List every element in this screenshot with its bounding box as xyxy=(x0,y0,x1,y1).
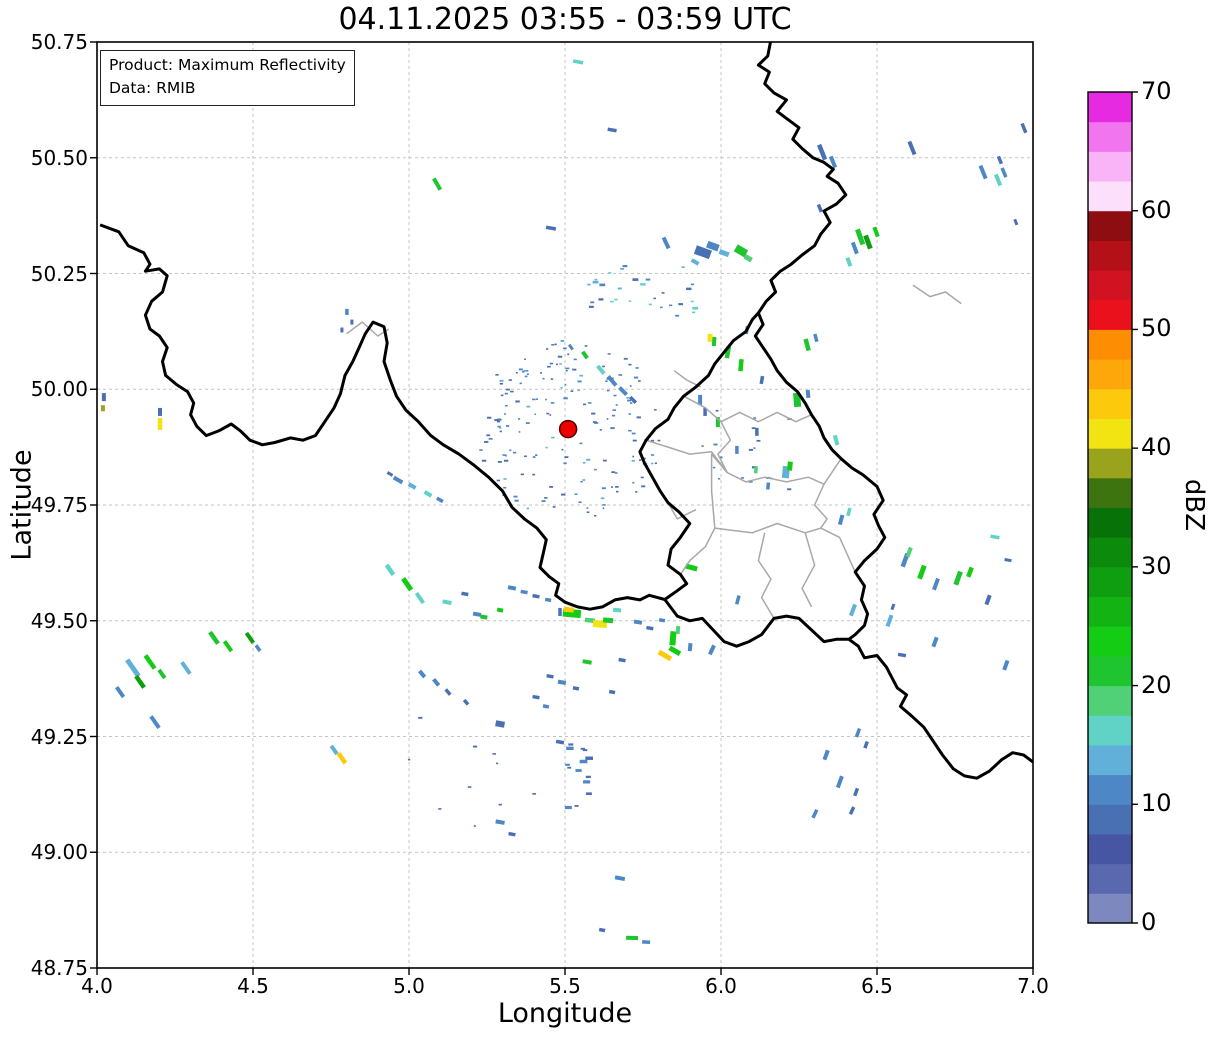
y-tick-label: 50.75 xyxy=(30,30,88,54)
y-tick-label: 49.50 xyxy=(30,608,88,633)
axis-ticks xyxy=(90,41,1034,975)
colorbar-tick-label: 30 xyxy=(1141,551,1172,580)
colorbar-tick-label: 60 xyxy=(1141,195,1172,224)
colorbar-tick-label: 40 xyxy=(1141,433,1172,462)
x-axis-label: Longitude xyxy=(497,998,633,1029)
colorbar-tick-label: 0 xyxy=(1141,908,1157,936)
colorbar-tick-label: 70 xyxy=(1141,77,1172,105)
product-annotation-box: Product: Maximum Reflectivity Data: RMIB xyxy=(100,50,355,106)
country-borders xyxy=(99,42,1033,780)
gridlines xyxy=(97,42,1033,968)
y-tick-label: 49.75 xyxy=(30,493,88,517)
y-tick-label: 49.00 xyxy=(30,840,88,865)
radar-map-canvas xyxy=(90,41,1138,975)
colorbar xyxy=(1087,91,1138,924)
product-annotation-line1: Product: Maximum Reflectivity xyxy=(109,56,346,74)
y-tick-label: 50.25 xyxy=(30,261,88,286)
x-tick-label: 6.5 xyxy=(861,974,893,998)
radar-figure: { "title": "04.11.2025 03:55 - 03:59 UTC… xyxy=(0,0,1219,1040)
plot-title: 04.11.2025 03:55 - 03:59 UTC xyxy=(338,2,792,37)
colorbar-tick-label: 10 xyxy=(1141,789,1172,818)
y-tick-label: 49.25 xyxy=(30,724,88,749)
x-tick-label: 4.5 xyxy=(237,974,269,998)
x-tick-label: 5.0 xyxy=(393,974,425,998)
radar-site-marker xyxy=(558,419,578,439)
product-annotation-line2: Data: RMIB xyxy=(109,79,196,98)
radar-echo-streaks xyxy=(100,59,1028,944)
y-tick-label: 50.50 xyxy=(30,145,88,170)
colorbar-tick-label: 20 xyxy=(1141,670,1172,699)
colorbar-tick-label: 50 xyxy=(1141,314,1172,343)
radar-echo-clusters xyxy=(407,265,792,827)
x-tick-label: 7.0 xyxy=(1017,974,1049,998)
region-borders xyxy=(346,284,962,619)
y-tick-label: 48.75 xyxy=(30,956,88,980)
colorbar-label: dBZ xyxy=(1179,478,1209,532)
x-tick-label: 6.0 xyxy=(705,974,737,998)
y-tick-label: 50.00 xyxy=(30,377,88,402)
x-tick-label: 5.5 xyxy=(549,974,581,998)
